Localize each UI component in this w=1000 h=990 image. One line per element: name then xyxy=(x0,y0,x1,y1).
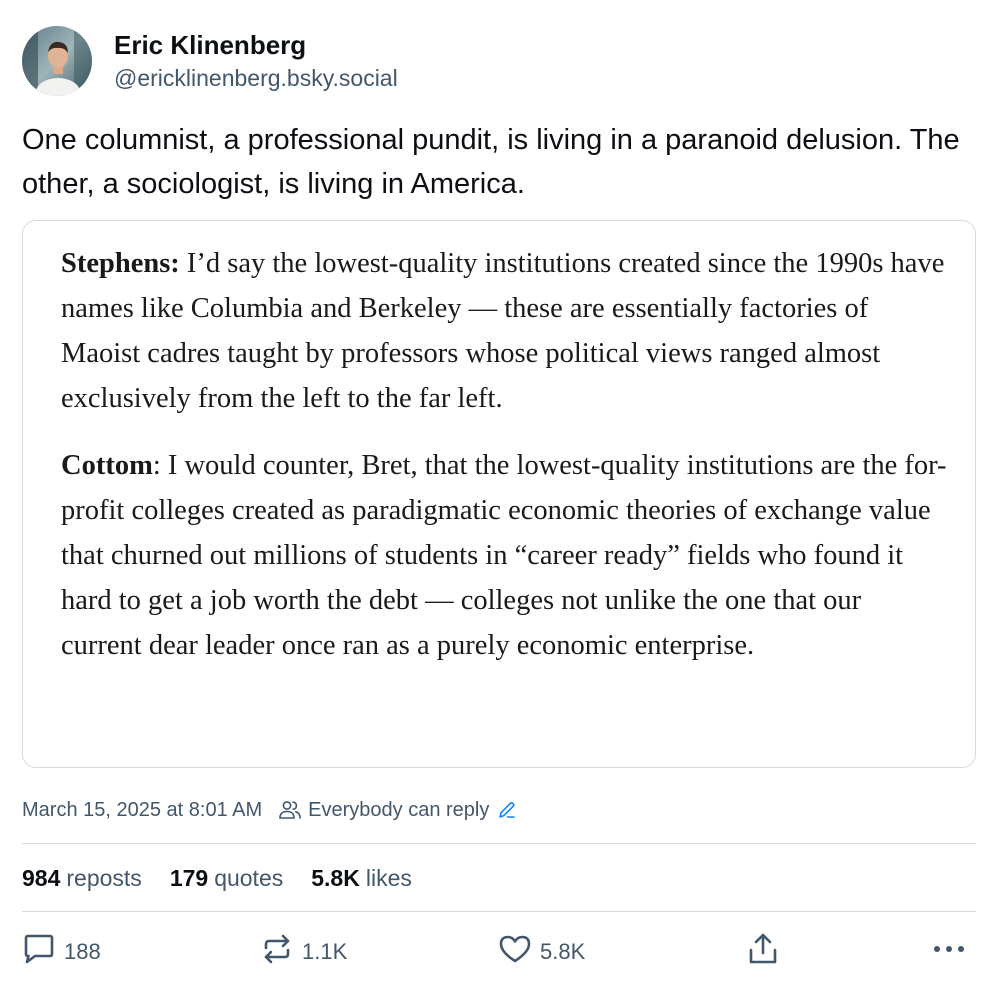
quote-speaker: Cottom xyxy=(61,450,153,481)
reply-button[interactable]: 188 xyxy=(22,930,101,974)
avatar[interactable] xyxy=(22,26,92,96)
post-timestamp[interactable]: March 15, 2025 at 8:01 AM xyxy=(22,799,262,822)
quote-paragraph-stephens: Stephens: I’d say the lowest-quality ins… xyxy=(61,241,947,421)
quote-speaker: Stephens: xyxy=(61,248,180,279)
divider xyxy=(22,911,976,912)
likes-label: likes xyxy=(365,865,412,891)
quoted-image-card[interactable]: Stephens: I’d say the lowest-quality ins… xyxy=(22,220,976,768)
reposts-stat[interactable]: 984 reposts xyxy=(22,862,142,894)
quote-text: I’d say the lowest-quality institutions … xyxy=(61,248,945,414)
quotes-stat[interactable]: 179 quotes xyxy=(170,862,283,894)
pencil-icon[interactable] xyxy=(497,800,517,820)
more-options-button[interactable] xyxy=(932,930,966,974)
repost-count: 1.1K xyxy=(302,939,348,964)
like-button[interactable]: 5.8K xyxy=(498,930,585,974)
action-bar: 188 1.1K 5.8K xyxy=(22,930,976,974)
author-display-name[interactable]: Eric Klinenberg xyxy=(114,29,398,61)
speech-bubble-icon xyxy=(22,933,56,971)
heart-icon xyxy=(498,933,532,971)
post-meta: March 15, 2025 at 8:01 AM Everybody can … xyxy=(22,796,517,824)
reply-setting: Everybody can reply xyxy=(308,798,490,821)
post-header: Eric Klinenberg @ericklinenberg.bsky.soc… xyxy=(22,26,398,96)
quote-text: : I would counter, Bret, that the lowest… xyxy=(61,450,947,661)
repost-arrows-icon xyxy=(260,933,294,971)
quote-paragraph-cottom: Cottom: I would counter, Bret, that the … xyxy=(61,443,947,668)
divider xyxy=(22,843,976,844)
people-icon xyxy=(278,799,302,821)
author-handle[interactable]: @ericklinenberg.bsky.social xyxy=(114,63,398,93)
share-button[interactable] xyxy=(746,930,780,974)
like-count: 5.8K xyxy=(540,939,586,964)
post-text: One columnist, a professional pundit, is… xyxy=(22,124,960,200)
reposts-label: reposts xyxy=(66,865,142,891)
likes-count: 5.8K xyxy=(311,865,360,891)
share-icon xyxy=(746,932,780,972)
quotes-count: 179 xyxy=(169,865,209,891)
reposts-count: 984 xyxy=(22,865,61,891)
ellipsis-icon xyxy=(932,939,966,965)
likes-stat[interactable]: 5.8K likes xyxy=(311,862,412,894)
engagement-stats: 984 reposts 179 quotes 5.8K likes xyxy=(22,862,440,894)
repost-button[interactable]: 1.1K xyxy=(260,930,347,974)
reply-count: 188 xyxy=(64,939,101,964)
quotes-label: quotes xyxy=(214,865,284,891)
